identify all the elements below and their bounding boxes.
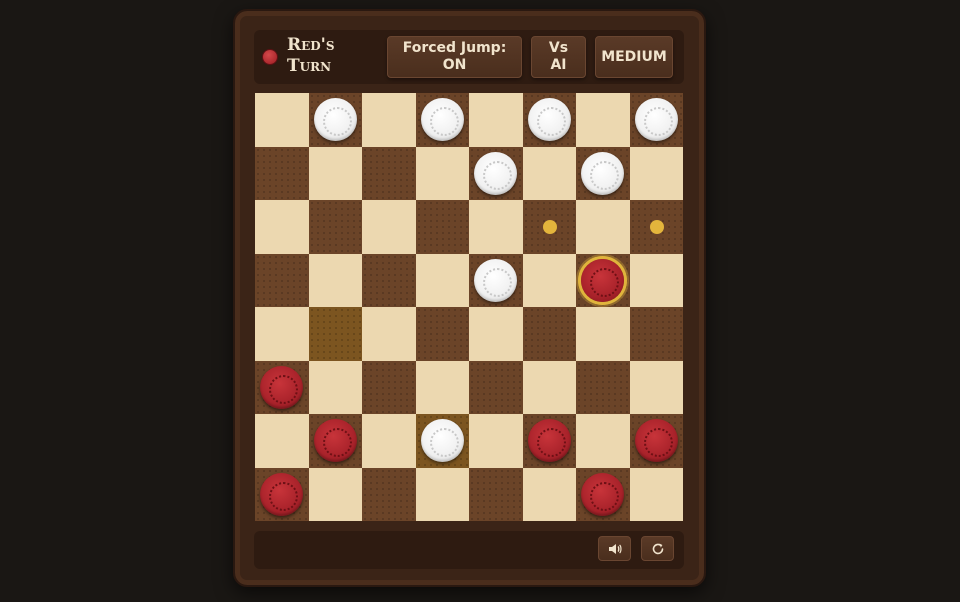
- board-square[interactable]: [576, 146, 630, 200]
- board-square[interactable]: [415, 253, 469, 307]
- board-square[interactable]: [362, 307, 416, 361]
- board-square[interactable]: [469, 253, 523, 307]
- board-square[interactable]: [522, 414, 576, 468]
- board-square[interactable]: [255, 93, 309, 147]
- sound-toggle-button[interactable]: [598, 536, 631, 561]
- board-square[interactable]: [415, 414, 469, 468]
- red-piece[interactable]: [527, 419, 571, 462]
- game-mode-button[interactable]: Vs AI: [531, 36, 586, 78]
- board-square[interactable]: [576, 307, 630, 361]
- board-square[interactable]: [576, 93, 630, 147]
- turn-label: Red's Turn: [287, 35, 377, 77]
- forced-jump-label: Forced Jump:: [402, 40, 507, 56]
- board-square[interactable]: [522, 307, 576, 361]
- forced-jump-button[interactable]: Forced Jump: ON: [387, 36, 522, 78]
- board-square[interactable]: [469, 146, 523, 200]
- board-square[interactable]: [522, 146, 576, 200]
- white-piece[interactable]: [474, 151, 517, 195]
- board-square[interactable]: [362, 467, 416, 521]
- white-piece[interactable]: [634, 98, 678, 141]
- board-square[interactable]: [522, 253, 576, 307]
- board-square[interactable]: [469, 360, 523, 414]
- board-square[interactable]: [629, 467, 683, 521]
- forced-jump-value: ON: [442, 57, 467, 73]
- board-square[interactable]: [576, 467, 630, 521]
- white-piece[interactable]: [420, 98, 464, 141]
- board-square[interactable]: [629, 146, 683, 200]
- board-square[interactable]: [362, 360, 416, 414]
- board-square[interactable]: [415, 200, 469, 254]
- board-square[interactable]: [415, 146, 469, 200]
- speaker-icon: [608, 543, 622, 554]
- red-piece[interactable]: [260, 472, 303, 516]
- move-target-dot[interactable]: [542, 220, 557, 234]
- board-square[interactable]: [362, 93, 416, 147]
- red-piece[interactable]: [313, 419, 357, 462]
- refresh-icon: [652, 543, 663, 554]
- red-piece[interactable]: [581, 472, 624, 516]
- board-square[interactable]: [469, 93, 523, 147]
- board-square[interactable]: [255, 200, 309, 254]
- board-square[interactable]: [308, 146, 362, 200]
- board-square[interactable]: [576, 360, 630, 414]
- board-square[interactable]: [629, 200, 683, 254]
- board-square[interactable]: [255, 414, 309, 468]
- board-square[interactable]: [469, 307, 523, 361]
- board-square[interactable]: [415, 360, 469, 414]
- board-square[interactable]: [255, 146, 309, 200]
- board-square[interactable]: [308, 200, 362, 254]
- white-piece[interactable]: [420, 419, 464, 462]
- turn-label-line2: Turn: [287, 56, 332, 76]
- board-square[interactable]: [308, 360, 362, 414]
- board-square[interactable]: [522, 360, 576, 414]
- mode-line1: Vs: [548, 40, 569, 56]
- board-square[interactable]: [415, 307, 469, 361]
- board-square[interactable]: [255, 253, 309, 307]
- red-piece[interactable]: [260, 365, 303, 409]
- board-square[interactable]: [362, 146, 416, 200]
- turn-label-line1: Red's: [287, 35, 335, 55]
- board-square[interactable]: [629, 253, 683, 307]
- board-square[interactable]: [308, 467, 362, 521]
- board-square[interactable]: [576, 253, 630, 307]
- board-square[interactable]: [629, 414, 683, 468]
- board-square[interactable]: [255, 467, 309, 521]
- reset-game-button[interactable]: [641, 536, 674, 561]
- red-piece[interactable]: [634, 419, 678, 462]
- board-square[interactable]: [629, 93, 683, 147]
- red-piece-selected[interactable]: [581, 258, 624, 302]
- board-square[interactable]: [255, 307, 309, 361]
- white-piece[interactable]: [313, 98, 357, 141]
- board-square[interactable]: [469, 200, 523, 254]
- board-square[interactable]: [522, 200, 576, 254]
- white-piece[interactable]: [581, 151, 624, 195]
- turn-indicator-dot: [263, 50, 277, 64]
- checkers-board: [255, 93, 683, 521]
- board-square[interactable]: [255, 360, 309, 414]
- board-square[interactable]: [415, 93, 469, 147]
- board-square[interactable]: [308, 414, 362, 468]
- board-square[interactable]: [469, 467, 523, 521]
- difficulty-button[interactable]: MEDIUM: [595, 36, 673, 78]
- difficulty-label: MEDIUM: [601, 48, 667, 65]
- board-square[interactable]: [469, 414, 523, 468]
- board-square[interactable]: [415, 467, 469, 521]
- board-square[interactable]: [362, 414, 416, 468]
- white-piece[interactable]: [474, 258, 517, 302]
- board-square[interactable]: [362, 200, 416, 254]
- board-square[interactable]: [576, 200, 630, 254]
- board-square[interactable]: [522, 467, 576, 521]
- mode-line2: AI: [550, 57, 567, 73]
- board-square[interactable]: [576, 414, 630, 468]
- board-square[interactable]: [308, 253, 362, 307]
- board-square[interactable]: [308, 93, 362, 147]
- board-square[interactable]: [362, 253, 416, 307]
- white-piece[interactable]: [527, 98, 571, 141]
- board-square[interactable]: [629, 307, 683, 361]
- board-square[interactable]: [308, 307, 362, 361]
- board-square[interactable]: [629, 360, 683, 414]
- board-square[interactable]: [522, 93, 576, 147]
- move-target-dot[interactable]: [649, 220, 664, 234]
